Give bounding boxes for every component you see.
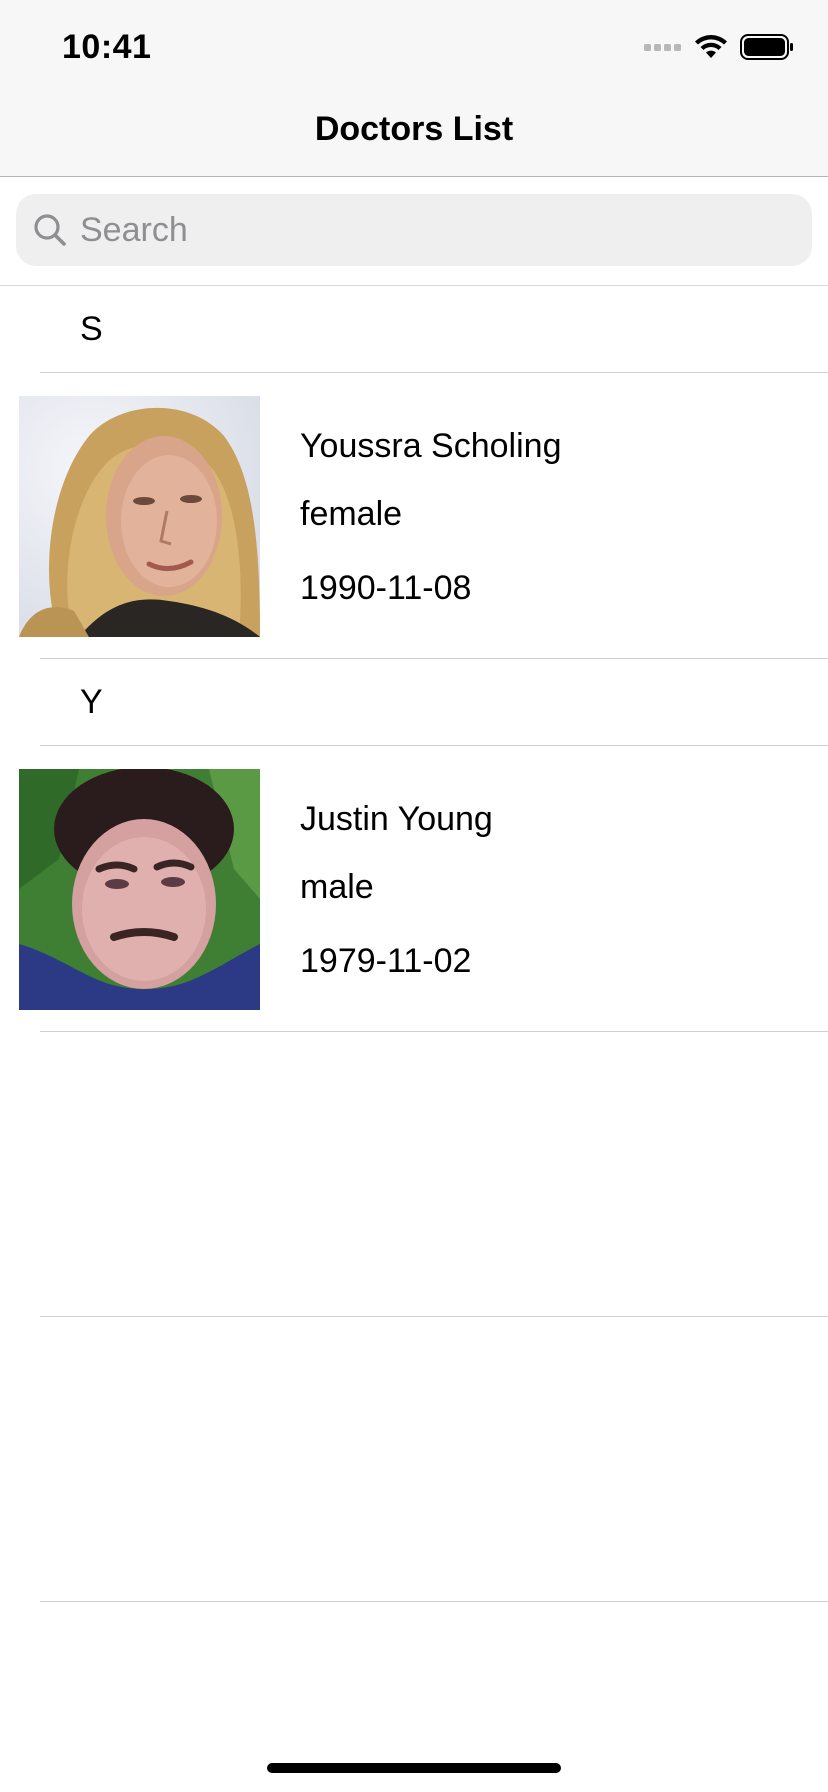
doctor-birthdate: 1979-11-02 [300,942,472,980]
avatar [19,396,260,637]
wifi-icon [694,34,728,65]
separator [40,1316,828,1317]
doctor-gender: female [300,495,403,533]
section-letter: S [80,310,103,348]
page-title: Doctors List [314,110,514,148]
list-item[interactable]: Youssra Scholing female 1990-11-08 [0,373,828,657]
status-time: 10:41 [62,28,152,66]
cellular-signal-icon [644,40,682,58]
doctor-birthdate: 1990-11-08 [300,569,472,607]
search-container [0,177,828,286]
section-header-s: S [0,286,828,374]
doctor-gender: male [300,868,374,906]
search-input[interactable] [80,210,760,250]
list-item[interactable]: Justin Young male 1979-11-02 [0,746,828,1030]
doctor-name: Justin Young [300,800,493,838]
separator [40,1601,828,1602]
avatar [19,769,260,1010]
doctor-name: Youssra Scholing [300,427,562,465]
battery-icon [740,33,794,65]
search-icon [30,210,70,250]
section-letter: Y [80,683,103,721]
status-icons [644,33,794,65]
navigation-bar: 10:41 Doctors List [0,0,828,177]
separator [40,1031,828,1032]
search-bar[interactable] [16,194,812,266]
section-header-y: Y [0,659,828,747]
home-indicator[interactable] [267,1763,561,1773]
